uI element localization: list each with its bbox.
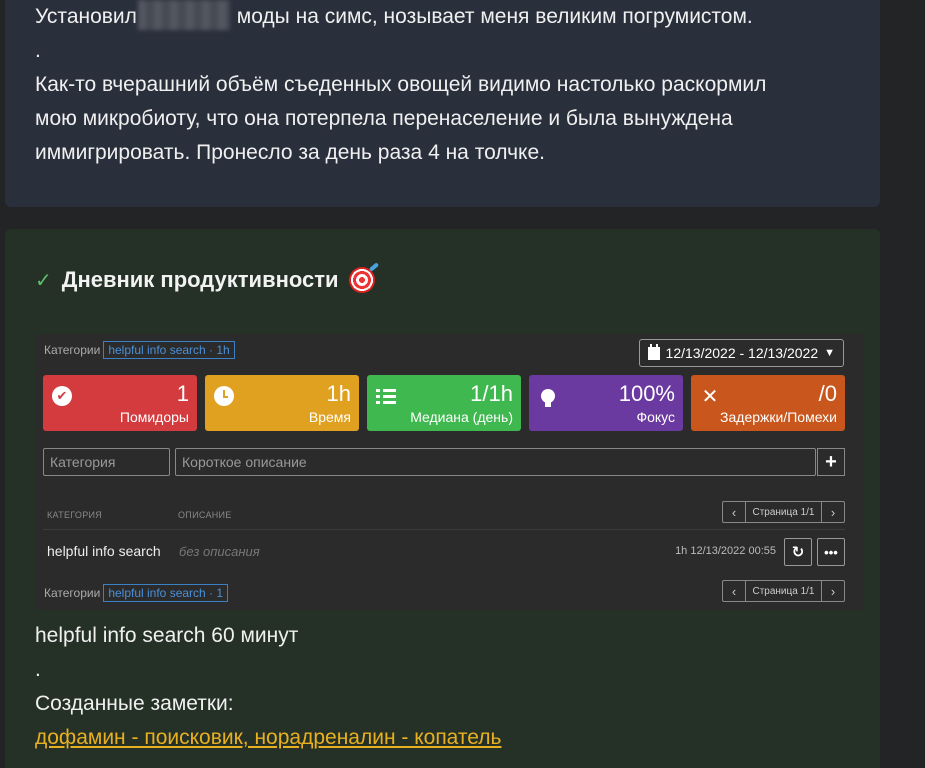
clock-icon: [213, 385, 235, 407]
list-icon: [375, 385, 397, 407]
stat-time: 1h Время: [205, 375, 359, 431]
post-text-line: мою микробиоту, что она потерпела перена…: [35, 107, 733, 130]
lightbulb-icon: [537, 385, 559, 407]
notes-link[interactable]: дофамин - поисковик, норадреналин - копа…: [35, 726, 501, 750]
stat-label: Медиана (день): [410, 409, 513, 425]
category-tag[interactable]: helpful info search · 1: [103, 584, 229, 602]
stats-row: ✔ 1 Помидоры 1h Время 1/1h Медиана (день…: [43, 375, 845, 431]
chevron-down-icon: ▼: [824, 347, 835, 359]
stat-pomodoros: ✔ 1 Помидоры: [43, 375, 197, 431]
diary-title-text: Дневник продуктивности: [61, 267, 339, 292]
stat-label: Задержки/Помехи: [720, 409, 837, 425]
summary-dot: .: [35, 658, 41, 681]
summary-text: helpful info search 60 минут: [35, 624, 299, 647]
category-tag[interactable]: helpful info search · 1h: [103, 341, 235, 359]
stat-label: Время: [308, 409, 351, 425]
ellipsis-icon: •••: [824, 544, 838, 560]
top-categories: Категории helpful info search · 1h: [44, 341, 235, 359]
pagination-top: ‹ Страница 1/1 ›: [722, 501, 845, 523]
stat-focus: 100% Фокус: [529, 375, 683, 431]
stat-label: Помидоры: [119, 409, 189, 425]
add-button[interactable]: +: [817, 448, 845, 476]
stat-value: 100%: [618, 381, 675, 406]
post-text-line: Установил: [35, 5, 137, 28]
next-page-button[interactable]: ›: [822, 581, 844, 601]
blurred-redaction: [137, 0, 230, 30]
bottom-categories: Категории helpful info search · 1: [44, 584, 229, 602]
categories-label: Категории: [44, 343, 101, 357]
notes-label: Созданные заметки:: [35, 692, 234, 715]
stat-label: Фокус: [636, 409, 675, 425]
check-circle-icon: ✔: [51, 385, 73, 407]
stat-value: 1: [176, 381, 189, 406]
calendar-icon: [647, 343, 660, 360]
page-indicator: Страница 1/1: [745, 502, 822, 522]
target-icon: [348, 267, 375, 293]
diary-title: ✓ Дневник продуктивности: [35, 262, 375, 298]
date-range-text: 12/13/2022 - 12/13/2022: [665, 345, 819, 361]
stat-median: 1/1h Медиана (день): [367, 375, 521, 431]
stat-value: /0: [818, 381, 837, 406]
row-divider: [43, 529, 845, 530]
more-button[interactable]: •••: [817, 538, 845, 566]
refresh-button[interactable]: ↻: [784, 538, 812, 566]
refresh-icon: ↻: [791, 544, 805, 561]
post-text-line: Как-то вчерашний объём съеденных овощей …: [35, 73, 767, 96]
description-input[interactable]: Короткое описание: [175, 448, 816, 476]
post-text-line: иммигрировать. Пронесло за день раза 4 н…: [35, 141, 545, 164]
stat-interruptions: ✕ /0 Задержки/Помехи: [691, 375, 845, 431]
category-input[interactable]: Категория: [43, 448, 170, 476]
next-page-button[interactable]: ›: [822, 502, 844, 522]
productivity-panel: Категории helpful info search · 1h 12/13…: [35, 334, 864, 610]
previous-post-text: Установил моды на симс, нозывает меня ве…: [35, 0, 865, 170]
row-timestamp: 1h 12/13/2022 00:55: [675, 545, 776, 557]
date-range-button[interactable]: 12/13/2022 - 12/13/2022 ▼: [638, 339, 844, 367]
row-description: без описания: [179, 544, 260, 559]
post-text-dot: .: [35, 39, 41, 62]
check-icon: ✓: [35, 269, 52, 292]
row-category: helpful info search: [47, 543, 161, 559]
x-icon: ✕: [701, 385, 719, 408]
categories-label: Категории: [44, 586, 101, 600]
prev-page-button[interactable]: ‹: [723, 502, 745, 522]
column-header-category: КАТЕГОРИЯ: [47, 510, 103, 520]
post-text-line: моды на симс, нозывает меня великим погр…: [236, 5, 753, 28]
prev-page-button[interactable]: ‹: [723, 581, 745, 601]
column-header-description: ОПИСАНИЕ: [178, 510, 232, 520]
pagination-bottom: ‹ Страница 1/1 ›: [722, 580, 845, 602]
page-indicator: Страница 1/1: [745, 581, 822, 601]
stat-value: 1h: [326, 381, 351, 406]
stat-value: 1/1h: [470, 381, 513, 406]
